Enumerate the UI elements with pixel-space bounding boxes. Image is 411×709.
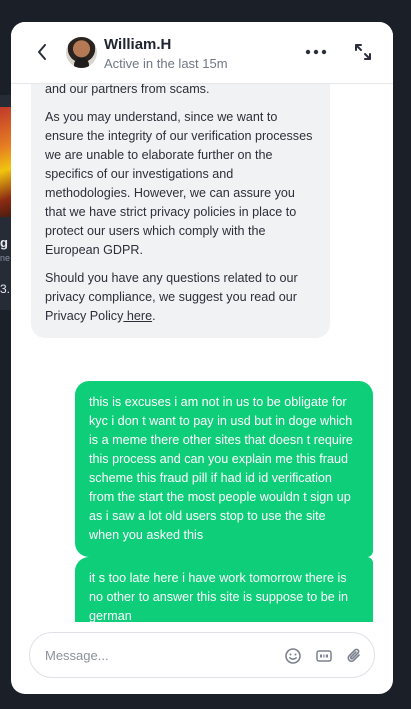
incoming-paragraph: and our partners from scams.	[45, 84, 210, 96]
gif-button[interactable]	[314, 646, 334, 666]
outgoing-message: it s too late here i have work tomorrow …	[75, 557, 373, 622]
chat-header: William.H Active in the last 15m	[11, 22, 393, 84]
contact-name[interactable]: William.H	[104, 36, 171, 53]
incoming-paragraph-text: Should you have any questions related to…	[45, 271, 298, 323]
chat-window: William.H Active in the last 15m and our…	[11, 22, 393, 694]
expand-icon	[355, 44, 371, 60]
attach-button[interactable]	[344, 646, 364, 666]
message-list[interactable]: and our partners from scams. As you may …	[11, 84, 393, 622]
background-number: 3.	[0, 282, 11, 296]
back-button[interactable]	[33, 40, 51, 64]
emoji-button[interactable]	[283, 646, 303, 666]
link-period: .	[152, 309, 156, 323]
incoming-paragraph: As you may understand, since we want to …	[45, 110, 313, 257]
message-composer	[29, 632, 375, 678]
background-subtitle: ne	[0, 253, 11, 263]
emoji-icon	[285, 648, 301, 664]
background-footer	[0, 695, 411, 709]
incoming-message: and our partners from scams. As you may …	[31, 84, 330, 338]
expand-button[interactable]	[351, 40, 375, 64]
more-options-button[interactable]	[305, 40, 327, 69]
outgoing-message: this is excuses i am not in us to be obl…	[75, 381, 373, 557]
more-horizontal-icon	[305, 49, 327, 55]
privacy-policy-link[interactable]: here	[123, 309, 152, 323]
incoming-paragraph: Should you have any questions related to…	[45, 269, 316, 326]
contact-status: Active in the last 15m	[104, 56, 228, 71]
paperclip-icon	[347, 648, 360, 662]
background-title: g	[0, 235, 8, 250]
chevron-left-icon	[38, 44, 46, 60]
gif-icon	[316, 650, 332, 662]
avatar[interactable]	[66, 37, 97, 68]
message-input[interactable]	[45, 645, 265, 665]
